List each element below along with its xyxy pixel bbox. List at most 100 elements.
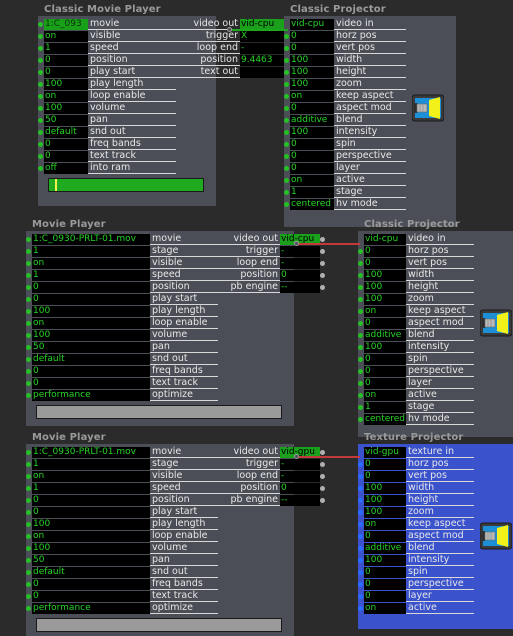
input-port[interactable] bbox=[38, 105, 43, 111]
input-port[interactable] bbox=[38, 81, 43, 87]
output-port[interactable] bbox=[320, 461, 325, 467]
input-port[interactable] bbox=[26, 332, 31, 338]
parameter-value[interactable]: additive bbox=[290, 114, 334, 126]
parameter-value[interactable]: 100 bbox=[32, 329, 150, 341]
parameter-value[interactable]: default bbox=[32, 566, 150, 578]
input-port[interactable] bbox=[358, 581, 363, 587]
output-port[interactable] bbox=[320, 449, 325, 455]
parameter-value[interactable]: 0 bbox=[290, 150, 334, 162]
parameter-value[interactable]: 100 bbox=[290, 66, 334, 78]
parameter-value[interactable]: 0 bbox=[32, 377, 150, 389]
input-port[interactable] bbox=[284, 81, 289, 87]
output-port[interactable] bbox=[320, 248, 325, 254]
parameter-value[interactable]: off bbox=[44, 162, 88, 174]
output-value[interactable]: - bbox=[280, 470, 320, 482]
parameter-value[interactable]: 1:C_0930-PRLT-01.mov bbox=[32, 233, 150, 245]
parameter-value[interactable]: 0 bbox=[364, 590, 406, 602]
parameter-value[interactable]: vid-gpu bbox=[364, 446, 406, 458]
parameter-value[interactable]: 0 bbox=[364, 257, 406, 269]
input-port[interactable] bbox=[284, 33, 289, 39]
parameter-value[interactable]: 100 bbox=[44, 102, 88, 114]
parameter-value[interactable]: 0 bbox=[44, 138, 88, 150]
input-port[interactable] bbox=[26, 320, 31, 326]
output-value[interactable]: - bbox=[280, 257, 320, 269]
parameter-value[interactable]: 0 bbox=[364, 578, 406, 590]
parameter-value[interactable]: on bbox=[364, 518, 406, 530]
input-port[interactable] bbox=[358, 260, 363, 266]
parameter-value[interactable]: 0 bbox=[32, 281, 150, 293]
parameter-value[interactable]: on bbox=[44, 30, 88, 42]
input-port[interactable] bbox=[38, 33, 43, 39]
parameter-value[interactable]: 100 bbox=[364, 554, 406, 566]
input-port[interactable] bbox=[358, 605, 363, 611]
input-port[interactable] bbox=[26, 557, 31, 563]
input-port[interactable] bbox=[358, 308, 363, 314]
input-port[interactable] bbox=[358, 509, 363, 515]
parameter-value[interactable]: 0 bbox=[32, 293, 150, 305]
input-port[interactable] bbox=[26, 461, 31, 467]
input-port[interactable] bbox=[26, 368, 31, 374]
parameter-value[interactable]: 0 bbox=[32, 578, 150, 590]
input-port[interactable] bbox=[38, 165, 43, 171]
parameter-value[interactable]: 100 bbox=[32, 542, 150, 554]
input-port[interactable] bbox=[284, 201, 289, 207]
input-port[interactable] bbox=[26, 533, 31, 539]
parameter-value[interactable]: 50 bbox=[32, 554, 150, 566]
wire-endpoint[interactable] bbox=[294, 241, 299, 246]
input-port[interactable] bbox=[26, 248, 31, 254]
input-port[interactable] bbox=[358, 545, 363, 551]
parameter-value[interactable]: on bbox=[32, 317, 150, 329]
input-port[interactable] bbox=[358, 404, 363, 410]
wire-endpoint[interactable] bbox=[294, 454, 299, 459]
parameter-value[interactable]: 0 bbox=[290, 162, 334, 174]
parameter-value[interactable]: 1 bbox=[32, 245, 150, 257]
parameter-value[interactable]: 50 bbox=[44, 114, 88, 126]
input-port[interactable] bbox=[284, 45, 289, 51]
parameter-value[interactable]: on bbox=[290, 90, 334, 102]
timeline-bar[interactable] bbox=[36, 618, 282, 632]
parameter-value[interactable]: 1:C_093 bbox=[44, 18, 88, 30]
output-port[interactable] bbox=[320, 260, 325, 266]
parameter-value[interactable]: 0 bbox=[364, 245, 406, 257]
output-value[interactable]: - bbox=[280, 458, 320, 470]
parameter-value[interactable]: 0 bbox=[290, 30, 334, 42]
parameter-value[interactable]: 0 bbox=[32, 590, 150, 602]
parameter-value[interactable]: 0 bbox=[44, 66, 88, 78]
input-port[interactable] bbox=[26, 284, 31, 290]
output-port[interactable] bbox=[320, 485, 325, 491]
input-port[interactable] bbox=[358, 416, 363, 422]
parameter-value[interactable]: 100 bbox=[364, 482, 406, 494]
input-port[interactable] bbox=[284, 93, 289, 99]
parameter-value[interactable]: on bbox=[44, 90, 88, 102]
input-port[interactable] bbox=[284, 69, 289, 75]
input-port[interactable] bbox=[284, 177, 289, 183]
input-port[interactable] bbox=[26, 581, 31, 587]
input-port[interactable] bbox=[26, 569, 31, 575]
parameter-value[interactable]: performance bbox=[32, 389, 150, 401]
parameter-value[interactable]: 100 bbox=[32, 518, 150, 530]
input-port[interactable] bbox=[26, 497, 31, 503]
input-port[interactable] bbox=[358, 368, 363, 374]
parameter-value[interactable]: 100 bbox=[44, 78, 88, 90]
input-port[interactable] bbox=[38, 141, 43, 147]
parameter-value[interactable]: 100 bbox=[290, 54, 334, 66]
input-port[interactable] bbox=[26, 236, 31, 242]
input-port[interactable] bbox=[26, 509, 31, 515]
input-port[interactable] bbox=[358, 284, 363, 290]
parameter-value[interactable]: on bbox=[364, 305, 406, 317]
parameter-value[interactable]: 0 bbox=[364, 365, 406, 377]
input-port[interactable] bbox=[26, 521, 31, 527]
parameter-value[interactable]: 1 bbox=[32, 458, 150, 470]
input-port[interactable] bbox=[26, 380, 31, 386]
output-port[interactable] bbox=[320, 272, 325, 278]
parameter-value[interactable]: 0 bbox=[364, 317, 406, 329]
input-port[interactable] bbox=[358, 332, 363, 338]
parameter-value[interactable]: additive bbox=[364, 329, 406, 341]
output-port[interactable] bbox=[320, 473, 325, 479]
input-port[interactable] bbox=[358, 296, 363, 302]
parameter-value[interactable]: vid-cpu bbox=[364, 233, 406, 245]
input-port[interactable] bbox=[38, 129, 43, 135]
parameter-value[interactable]: 100 bbox=[364, 293, 406, 305]
input-port[interactable] bbox=[358, 392, 363, 398]
input-port[interactable] bbox=[358, 248, 363, 254]
